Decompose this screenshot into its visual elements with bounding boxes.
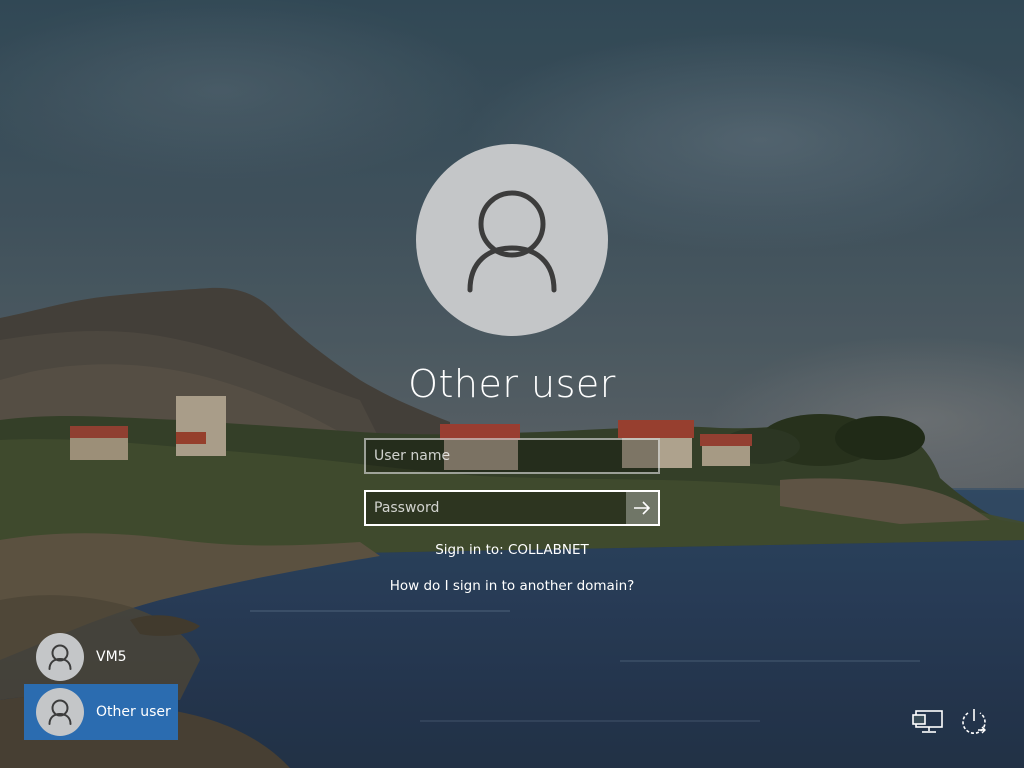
user-avatar-small (36, 633, 84, 681)
sign-in-domain-text: Sign in to: COLLABNET (435, 542, 589, 558)
user-tile-label: VM5 (96, 649, 127, 665)
power-button[interactable] (956, 706, 992, 738)
user-avatar-large (416, 144, 608, 336)
network-button[interactable] (910, 706, 946, 738)
lock-screen: Other user Sign in to: COLLABNET How do … (0, 0, 1024, 768)
user-icon (48, 699, 72, 725)
submit-button[interactable] (626, 492, 658, 524)
user-tile-other-user[interactable]: Other user (24, 684, 178, 740)
other-domain-link[interactable]: How do I sign in to another domain? (312, 578, 712, 594)
user-tile-vm5[interactable]: VM5 (24, 629, 178, 685)
network-icon (912, 710, 943, 733)
user-avatar-small (36, 688, 84, 736)
username-field-box (364, 438, 660, 474)
user-icon (48, 644, 72, 670)
arrow-right-icon (634, 501, 651, 515)
password-input[interactable] (366, 492, 628, 524)
current-user-name: Other user (408, 362, 616, 406)
username-input[interactable] (366, 440, 658, 472)
power-icon (962, 709, 986, 734)
user-tile-label: Other user (96, 704, 171, 720)
user-icon (467, 190, 557, 293)
password-field-box (364, 490, 660, 526)
